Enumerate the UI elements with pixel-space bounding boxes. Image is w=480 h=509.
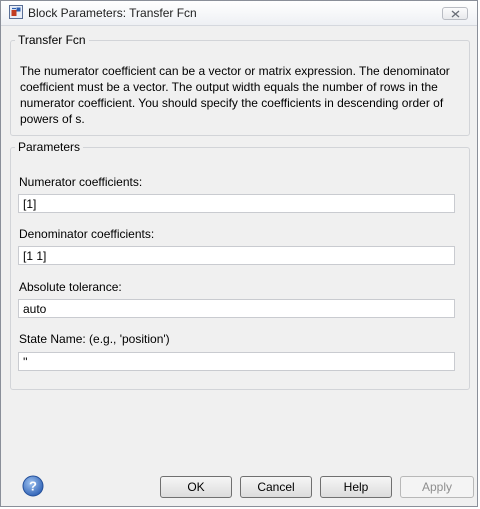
- svg-text:?: ?: [29, 479, 37, 494]
- title-bar[interactable]: Block Parameters: Transfer Fcn: [1, 1, 477, 26]
- denominator-label: Denominator coefficients:: [19, 227, 155, 241]
- block-description-legend: Transfer Fcn: [18, 33, 86, 47]
- numerator-label: Numerator coefficients:: [19, 175, 143, 189]
- help-question-icon[interactable]: ?: [22, 475, 44, 497]
- dialog-window: Block Parameters: Transfer Fcn Transfer …: [0, 0, 478, 507]
- apply-button[interactable]: Apply: [400, 476, 474, 498]
- close-icon: [451, 10, 460, 18]
- ok-button[interactable]: OK: [160, 476, 232, 498]
- state-name-input[interactable]: [18, 352, 455, 371]
- block-description-text: The numerator coefficient can be a vecto…: [20, 64, 450, 126]
- help-button[interactable]: Help: [320, 476, 392, 498]
- parameters-legend: Parameters: [18, 140, 81, 154]
- state-name-label: State Name: (e.g., 'position'): [19, 332, 170, 346]
- block-description-group: Transfer Fcn The numerator coefficient c…: [10, 33, 470, 136]
- block-parameters-icon: [9, 5, 23, 19]
- window-title: Block Parameters: Transfer Fcn: [28, 6, 197, 20]
- parameters-group: Parameters Numerator coefficients: Denom…: [10, 140, 470, 390]
- cancel-button[interactable]: Cancel: [240, 476, 312, 498]
- numerator-input[interactable]: [18, 194, 455, 213]
- absolute-tolerance-input[interactable]: [18, 299, 455, 318]
- close-button[interactable]: [442, 7, 468, 20]
- denominator-input[interactable]: [18, 246, 455, 265]
- absolute-tolerance-label: Absolute tolerance:: [19, 280, 122, 294]
